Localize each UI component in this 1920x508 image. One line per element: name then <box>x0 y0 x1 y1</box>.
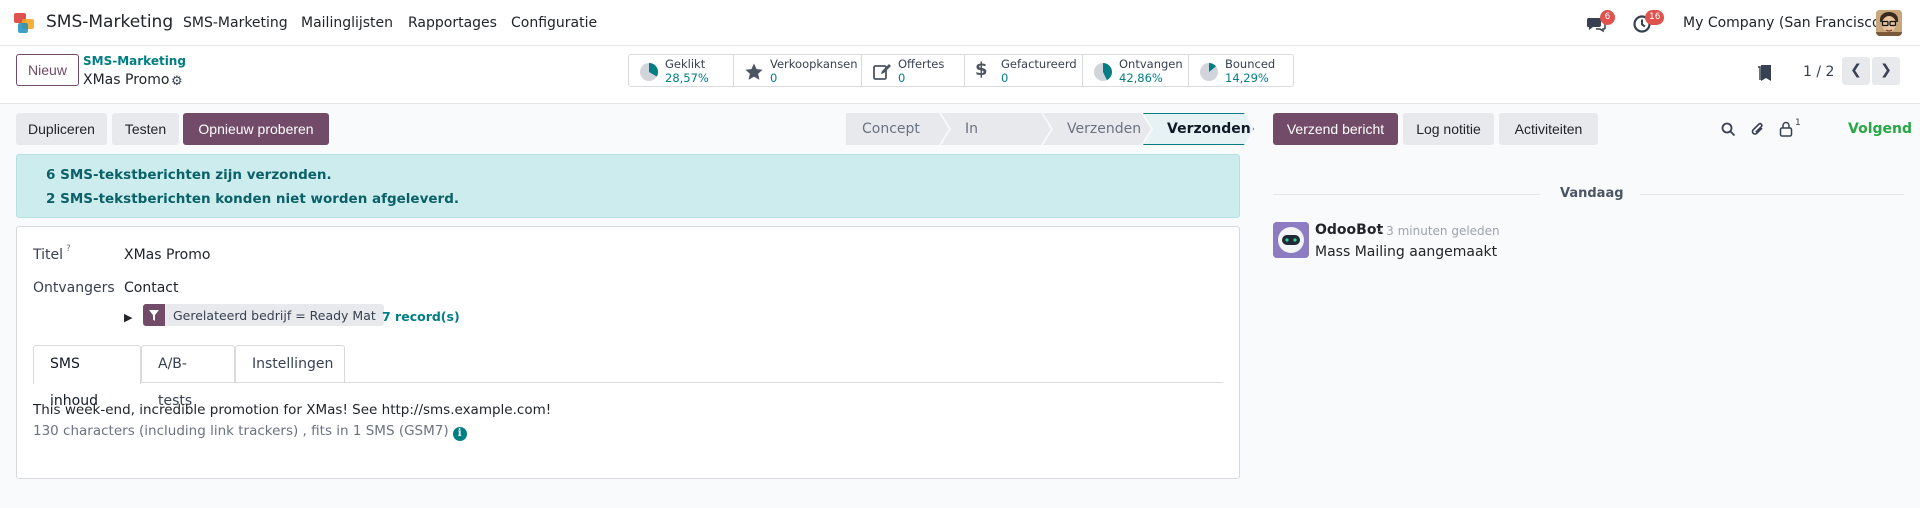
stat-label: Offertes <box>898 57 945 71</box>
domain-filter-text: Gerelateerd bedrijf = Ready Mat <box>173 307 376 323</box>
stat-received[interactable]: Ontvangen 42,86% <box>1083 55 1189 86</box>
status-bar: Concept In wachtrij Verzenden Verzonden <box>846 113 1246 145</box>
info-icon[interactable]: i <box>452 427 467 441</box>
sms-info: 130 characters (including link trackers)… <box>33 423 467 441</box>
odoobot-avatar[interactable] <box>1273 222 1309 258</box>
notebook-tabs: SMS inhoud A/B-tests Instellingen <box>33 345 1223 409</box>
send-message-button[interactable]: Verzend bericht <box>1273 113 1398 145</box>
form-sheet: Titel ? XMas Promo Ontvangers Contact ▶ … <box>16 226 1240 479</box>
stage-concept[interactable]: Concept <box>846 113 949 145</box>
separator-line <box>1640 194 1904 195</box>
alert-failed-line: 2 SMS-tekstberichten konden niet worden … <box>46 191 459 207</box>
title-help-icon[interactable]: ? <box>66 244 71 254</box>
gear-icon[interactable]: ⚙ <box>171 74 183 89</box>
company-switcher[interactable]: My Company (San Francisco) <box>1683 15 1886 31</box>
dollar-icon: $ <box>975 59 988 80</box>
pager-value[interactable]: 1 / 2 <box>1803 64 1834 80</box>
status-alert: 6 SMS-tekstberichten zijn verzonden. 2 S… <box>16 154 1240 218</box>
smart-buttons: Geklikt 28,57% Verkoopkansen 0 Offertes … <box>628 54 1294 87</box>
filter-icon <box>143 304 165 326</box>
follow-button[interactable]: Volgend <box>1848 121 1912 137</box>
separator-line <box>1273 194 1540 195</box>
title-field[interactable]: XMas Promo <box>124 247 210 263</box>
sms-body-text[interactable]: This week-end, incredible promotion for … <box>33 402 551 418</box>
tab-settings[interactable]: Instellingen <box>235 345 345 383</box>
stage-queued[interactable]: In wachtrij <box>941 113 1051 145</box>
stat-label: Gefactureerd <box>1001 57 1077 71</box>
activities-badge: 16 <box>1645 10 1665 25</box>
stat-invoiced[interactable]: $ Gefactureerd 0 <box>965 55 1083 86</box>
pie-chart-icon <box>1200 63 1218 81</box>
stat-opportunities[interactable]: Verkoopkansen 0 <box>734 55 862 86</box>
edit-icon <box>873 64 891 80</box>
pager-next-button[interactable]: ❯ <box>1872 57 1900 85</box>
control-panel: Nieuw SMS-Marketing XMas Promo ⚙ Geklikt… <box>0 46 1920 104</box>
test-button[interactable]: Testen <box>112 113 179 145</box>
stat-value: 0 <box>898 71 906 85</box>
stage-sending[interactable]: Verzenden <box>1043 113 1151 145</box>
followers-count: 1 <box>1795 118 1801 128</box>
sms-info-text: 130 characters (including link trackers)… <box>33 423 449 439</box>
lock-icon[interactable] <box>1779 121 1793 137</box>
bookmarks-icon[interactable] <box>1757 64 1773 82</box>
messages-badge: 6 <box>1600 10 1615 25</box>
user-avatar[interactable] <box>1876 10 1902 36</box>
tab-sms-content[interactable]: SMS inhoud <box>33 345 141 409</box>
date-separator: Vandaag <box>1560 186 1624 201</box>
stat-quotations[interactable]: Offertes 0 <box>862 55 965 86</box>
caret-right-icon[interactable]: ▶ <box>124 311 132 324</box>
new-button[interactable]: Nieuw <box>16 54 79 86</box>
menu-reporting[interactable]: Rapportages <box>408 15 497 31</box>
tab-ab-tests[interactable]: A/B-tests <box>141 345 235 409</box>
activities-button[interactable]: Activiteiten <box>1499 113 1598 145</box>
stat-label: Bounced <box>1225 57 1276 71</box>
menu-configuration[interactable]: Configuratie <box>511 15 597 31</box>
menu-mailinglists[interactable]: Mailinglijsten <box>301 15 393 31</box>
search-icon[interactable] <box>1721 122 1736 137</box>
paperclip-icon[interactable] <box>1750 121 1766 138</box>
top-navbar: SMS-Marketing SMS-Marketing Mailinglijst… <box>0 0 1920 46</box>
breadcrumb-current: XMas Promo <box>83 72 170 88</box>
stat-label: Verkoopkansen <box>770 57 858 71</box>
star-icon <box>745 63 763 80</box>
stage-sent[interactable]: Verzonden <box>1143 113 1254 145</box>
title-label: Titel <box>33 247 64 263</box>
stat-value: 42,86% <box>1119 71 1163 85</box>
log-note-button[interactable]: Log notitie <box>1403 113 1494 145</box>
sms-marketing-app-icon[interactable] <box>14 11 36 35</box>
stat-value: 0 <box>770 71 778 85</box>
stat-label: Ontvangen <box>1119 57 1183 71</box>
breadcrumb-parent[interactable]: SMS-Marketing <box>83 54 186 68</box>
recipients-label: Ontvangers <box>33 280 115 296</box>
pie-chart-icon <box>1094 63 1112 81</box>
domain-filter-chip[interactable]: Gerelateerd bedrijf = Ready Mat <box>143 304 384 326</box>
app-name[interactable]: SMS-Marketing <box>46 12 173 32</box>
message-date: - 3 minuten geleden <box>1378 224 1500 238</box>
stat-value: 0 <box>1001 71 1009 85</box>
stat-bounced[interactable]: Bounced 14,29% <box>1189 55 1293 86</box>
stat-value: 28,57% <box>665 71 709 85</box>
stat-label: Geklikt <box>665 57 706 71</box>
message-body: Mass Mailing aangemaakt <box>1315 244 1498 260</box>
pager-previous-button[interactable]: ❮ <box>1842 57 1870 85</box>
alert-sent-line: 6 SMS-tekstberichten zijn verzonden. <box>46 167 332 183</box>
recipients-field[interactable]: Contact <box>124 280 178 296</box>
stat-value: 14,29% <box>1225 71 1269 85</box>
menu-sms-marketing[interactable]: SMS-Marketing <box>183 15 288 31</box>
duplicate-button[interactable]: Dupliceren <box>16 113 107 145</box>
stat-clicked[interactable]: Geklikt 28,57% <box>629 55 734 86</box>
records-link[interactable]: 7 record(s) <box>382 309 460 324</box>
pie-chart-icon <box>640 63 659 81</box>
message-author[interactable]: OdooBot <box>1315 222 1383 238</box>
retry-button[interactable]: Opnieuw proberen <box>183 113 329 145</box>
